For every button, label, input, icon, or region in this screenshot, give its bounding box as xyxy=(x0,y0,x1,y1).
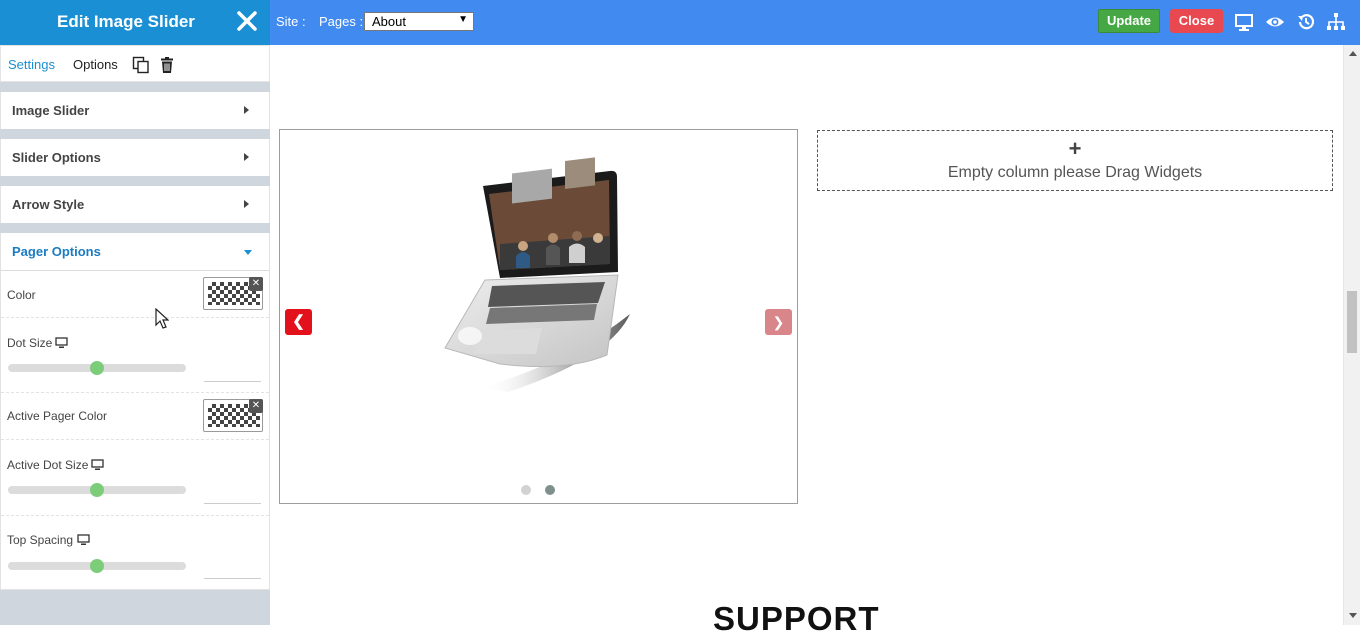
color-label: Color xyxy=(7,288,36,302)
dot-size-slider[interactable] xyxy=(8,361,186,375)
active-dot-size-label: Active Dot Size xyxy=(7,458,89,472)
slider-handle[interactable] xyxy=(90,559,104,573)
empty-column-dropzone[interactable]: + Empty column please Drag Widgets xyxy=(817,130,1333,191)
dot-size-label: Dot Size xyxy=(7,336,53,350)
pager-options-body: Color ✕ Dot Size Active Pager Color ✕ Ac… xyxy=(0,270,270,590)
desktop-icon xyxy=(55,337,68,348)
slider-handle[interactable] xyxy=(90,361,104,375)
section-slider-options[interactable]: Slider Options xyxy=(0,139,270,176)
caret-down-icon xyxy=(244,250,252,255)
chevron-down-icon: ▼ xyxy=(458,14,468,25)
eye-icon[interactable] xyxy=(1265,12,1285,32)
trash-icon[interactable] xyxy=(158,56,176,74)
image-slider[interactable] xyxy=(279,129,798,504)
slider-prev-arrow[interactable]: ❮ xyxy=(285,309,312,335)
panel-tabs: Settings Options xyxy=(0,45,270,82)
active-pager-color-label: Active Pager Color xyxy=(7,409,108,423)
copy-icon[interactable] xyxy=(132,56,150,74)
section-label: Arrow Style xyxy=(12,197,85,212)
slider-handle[interactable] xyxy=(90,483,104,497)
active-dot-size-slider[interactable] xyxy=(8,483,186,497)
color-picker[interactable]: ✕ xyxy=(203,277,263,310)
pages-select[interactable]: About ▼ xyxy=(364,12,474,31)
site-label: Site : xyxy=(276,14,306,29)
section-label: Slider Options xyxy=(12,150,101,165)
section-arrow-style[interactable]: Arrow Style xyxy=(0,186,270,223)
panel-header: Edit Image Slider xyxy=(0,0,270,45)
history-icon[interactable] xyxy=(1296,12,1316,32)
tab-settings[interactable]: Settings xyxy=(8,57,55,72)
add-widget-icon[interactable]: + xyxy=(818,136,1332,162)
tab-options[interactable]: Options xyxy=(73,57,118,72)
desktop-icon xyxy=(77,534,90,545)
scrollbar[interactable] xyxy=(1343,45,1360,625)
update-button[interactable]: Update xyxy=(1098,9,1160,33)
support-heading: SUPPORT xyxy=(713,600,880,637)
caret-right-icon xyxy=(244,153,249,161)
close-button[interactable]: Close xyxy=(1170,9,1223,33)
pages-select-value: About xyxy=(372,14,406,29)
caret-right-icon xyxy=(244,200,249,208)
section-label: Pager Options xyxy=(12,244,101,259)
section-pager-options[interactable]: Pager Options xyxy=(0,233,270,270)
top-spacing-row: Top Spacing xyxy=(1,516,269,591)
mouse-cursor-icon xyxy=(155,308,169,329)
active-color-picker[interactable]: ✕ xyxy=(203,399,263,432)
laptop-image xyxy=(444,157,630,392)
top-spacing-input[interactable] xyxy=(204,578,261,579)
caret-right-icon xyxy=(244,106,249,114)
pages-label: Pages : xyxy=(319,14,364,29)
pager-dot-1[interactable] xyxy=(521,485,531,495)
sitemap-icon[interactable] xyxy=(1326,12,1346,32)
empty-column-text: Empty column please Drag Widgets xyxy=(947,164,1203,181)
clear-color-icon[interactable]: ✕ xyxy=(249,399,263,413)
desktop-icon[interactable] xyxy=(1234,12,1254,32)
slider-next-arrow[interactable]: ❯ xyxy=(765,309,792,335)
top-spacing-label: Top Spacing xyxy=(7,533,74,547)
active-dot-size-input[interactable] xyxy=(204,503,261,504)
panel-title: Edit Image Slider xyxy=(57,12,195,31)
section-image-slider[interactable]: Image Slider xyxy=(0,92,270,129)
active-pager-color-row: Active Pager Color ✕ xyxy=(1,393,269,440)
pager-dot-2-active[interactable] xyxy=(545,485,555,495)
scroll-down-arrow-icon[interactable] xyxy=(1349,613,1357,618)
settings-panel: Settings Options Image Slider Slider Opt… xyxy=(0,45,270,625)
clear-color-icon[interactable]: ✕ xyxy=(249,277,263,291)
scroll-up-arrow-icon[interactable] xyxy=(1349,51,1357,56)
active-dot-size-row: Active Dot Size xyxy=(1,440,269,516)
desktop-icon xyxy=(91,459,104,470)
top-spacing-slider[interactable] xyxy=(8,559,186,573)
scrollbar-thumb[interactable] xyxy=(1347,291,1357,353)
dot-size-input[interactable] xyxy=(204,381,261,382)
close-panel-icon[interactable] xyxy=(236,9,258,33)
section-label: Image Slider xyxy=(12,103,90,118)
color-row: Color ✕ xyxy=(1,271,269,318)
dot-size-row: Dot Size xyxy=(1,318,269,393)
